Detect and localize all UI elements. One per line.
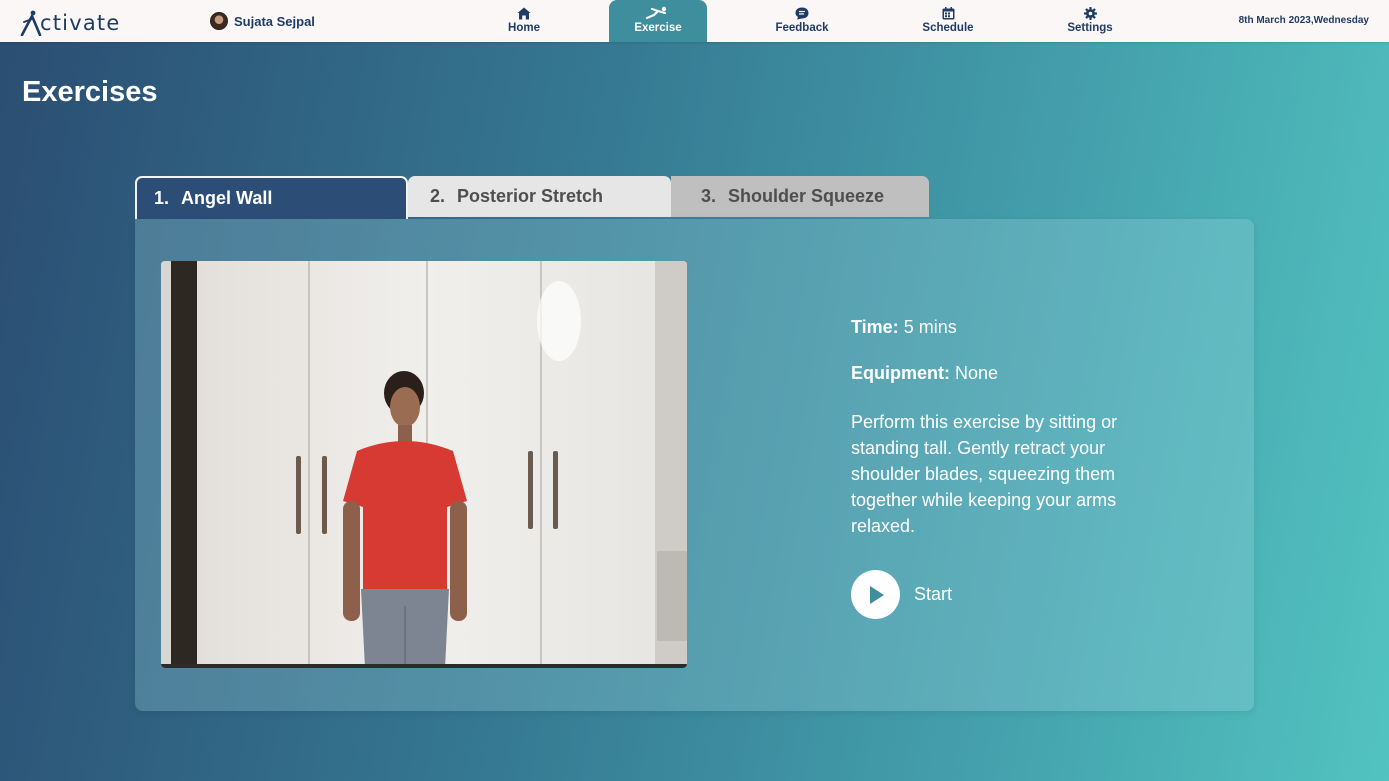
nav-home-label: Home xyxy=(508,22,540,34)
time-value: 5 mins xyxy=(903,317,957,337)
nav-schedule-label: Schedule xyxy=(922,22,974,34)
nav-settings[interactable]: Settings xyxy=(1041,0,1139,42)
start-label: Start xyxy=(914,584,953,604)
exercise-video[interactable] xyxy=(161,261,687,668)
tab-posterior-stretch[interactable]: 2. Posterior Stretch xyxy=(408,176,671,217)
page-title: Exercises xyxy=(22,76,158,108)
tab-shoulder-squeeze[interactable]: 3. Shoulder Squeeze xyxy=(671,176,929,217)
time-label: Time: xyxy=(851,317,899,337)
home-icon xyxy=(517,7,531,20)
tab-angel-wall[interactable]: 1. Angel Wall xyxy=(135,176,408,219)
tab-label: Shoulder Squeeze xyxy=(728,186,885,206)
nav-settings-label: Settings xyxy=(1067,22,1113,34)
equipment-value: None xyxy=(955,363,999,383)
user-profile[interactable]: Sujata Sejpal xyxy=(210,12,315,30)
exercise-description: Perform this exercise by sitting or stan… xyxy=(851,412,1118,536)
time-info: Time: 5 mins xyxy=(851,317,1161,338)
nav-exercise-label: Exercise xyxy=(634,22,682,34)
avatar xyxy=(210,12,228,30)
tab-number: 1. xyxy=(154,188,170,208)
nav-schedule[interactable]: Schedule xyxy=(899,0,997,42)
equipment-label: Equipment: xyxy=(851,363,950,383)
exercise-details: Time: 5 mins Equipment: None Perform thi… xyxy=(851,317,1161,539)
exercise-tabs: 1. Angel Wall 2. Posterior Stretch 3. Sh… xyxy=(135,176,929,219)
feedback-icon xyxy=(795,7,809,20)
calendar-icon xyxy=(942,7,955,20)
start-button[interactable]: Start xyxy=(851,570,952,619)
gear-icon xyxy=(1083,7,1097,20)
play-icon[interactable] xyxy=(851,570,900,619)
user-name: Sujata Sejpal xyxy=(234,13,315,29)
tab-number: 2. xyxy=(430,186,446,206)
app-logo[interactable]: ctivate xyxy=(20,6,121,37)
nav-feedback[interactable]: Feedback xyxy=(753,0,851,42)
top-navigation-bar: ctivate Sujata Sejpal Home Exercise Feed… xyxy=(0,0,1389,42)
tab-label: Angel Wall xyxy=(181,188,273,208)
equipment-info: Equipment: None xyxy=(851,363,1161,384)
nav-feedback-label: Feedback xyxy=(775,22,829,34)
tab-label: Posterior Stretch xyxy=(457,186,604,206)
exercise-video-frame xyxy=(161,261,687,668)
tab-number: 3. xyxy=(701,186,717,206)
current-date: 8th March 2023,Wednesday xyxy=(1238,15,1369,26)
exercise-icon xyxy=(645,6,671,20)
nav-home[interactable]: Home xyxy=(475,0,573,42)
app-name: ctivate xyxy=(40,11,121,35)
exercise-panel: Time: 5 mins Equipment: None Perform thi… xyxy=(135,219,1254,711)
logo-figure-icon xyxy=(20,10,42,37)
nav-exercise[interactable]: Exercise xyxy=(609,0,707,42)
